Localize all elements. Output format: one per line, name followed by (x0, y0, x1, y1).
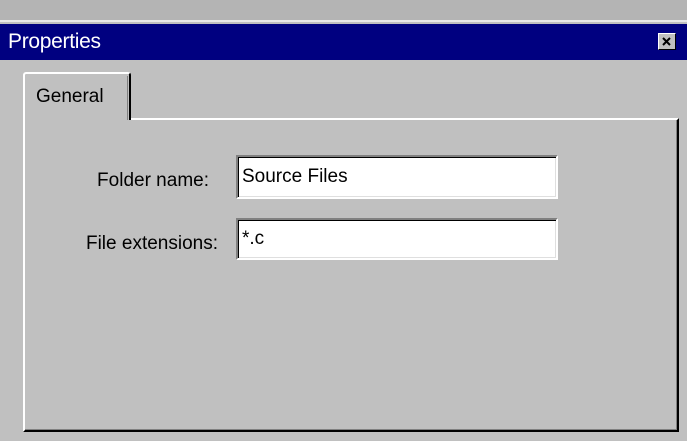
window-title: Properties (8, 30, 101, 53)
file-extensions-field[interactable] (236, 218, 558, 260)
general-tab-panel: Folder name: File extensions: (23, 118, 679, 432)
close-x-icon (662, 37, 671, 46)
tab-general[interactable]: General (23, 72, 131, 120)
file-extensions-label: File extensions: (85, 233, 218, 254)
folder-name-field[interactable] (236, 155, 558, 199)
tab-general-label: General (36, 86, 104, 107)
properties-window: Properties General Folder name: File ext… (0, 0, 687, 441)
title-bar[interactable]: Properties (0, 24, 687, 60)
window-top-strip (0, 0, 687, 22)
close-button[interactable] (658, 33, 676, 50)
folder-name-label: Folder name: (97, 170, 209, 191)
